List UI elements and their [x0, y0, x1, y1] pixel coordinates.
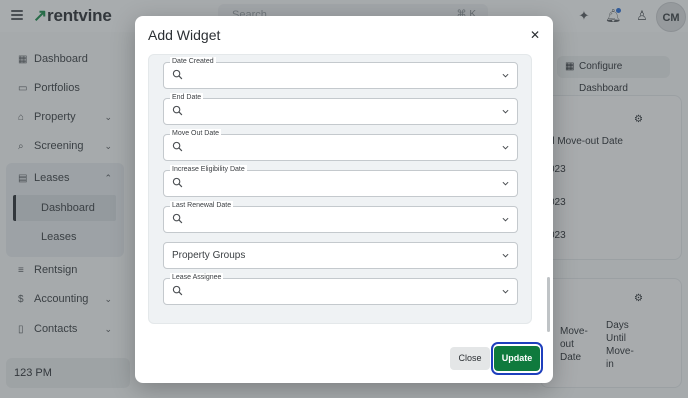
property-groups-select[interactable]: Property Groups — [163, 242, 518, 269]
lease-assignee-field[interactable]: Lease Assignee — [163, 273, 518, 305]
search-icon — [172, 177, 183, 188]
add-widget-modal: Add Widget ✕ Date Created End Date Move … — [135, 16, 553, 383]
chevron-down-icon[interactable] — [502, 72, 509, 79]
move-out-date-field[interactable]: Move Out Date — [163, 129, 518, 161]
search-icon — [172, 141, 183, 152]
last-renewal-date-field[interactable]: Last Renewal Date — [163, 201, 518, 233]
field-label: Lease Assignee — [170, 273, 224, 282]
modal-scrollbar[interactable] — [547, 277, 550, 332]
search-icon — [172, 69, 183, 80]
field-label: Last Renewal Date — [170, 201, 234, 210]
field-label: End Date — [170, 93, 204, 102]
close-icon[interactable]: ✕ — [528, 28, 542, 42]
search-icon — [172, 213, 183, 224]
field-label: Move Out Date — [170, 129, 222, 138]
modal-title: Add Widget — [148, 27, 221, 43]
chevron-down-icon[interactable] — [502, 144, 509, 151]
close-button[interactable]: Close — [450, 347, 490, 370]
update-button[interactable]: Update — [494, 346, 540, 371]
field-label: Increase Eligibility Date — [170, 165, 247, 174]
chevron-down-icon[interactable] — [502, 288, 509, 295]
field-label: Date Created — [170, 57, 216, 66]
chevron-down-icon[interactable] — [502, 216, 509, 223]
filter-panel: Date Created End Date Move Out Date Incr… — [148, 54, 532, 324]
end-date-field[interactable]: End Date — [163, 93, 518, 125]
select-placeholder: Property Groups — [172, 250, 246, 261]
chevron-down-icon[interactable] — [502, 180, 509, 187]
search-icon — [172, 285, 183, 296]
search-icon — [172, 105, 183, 116]
date-created-field[interactable]: Date Created — [163, 57, 518, 89]
chevron-down-icon[interactable] — [502, 252, 509, 259]
chevron-down-icon[interactable] — [502, 108, 509, 115]
increase-eligibility-date-field[interactable]: Increase Eligibility Date — [163, 165, 518, 197]
